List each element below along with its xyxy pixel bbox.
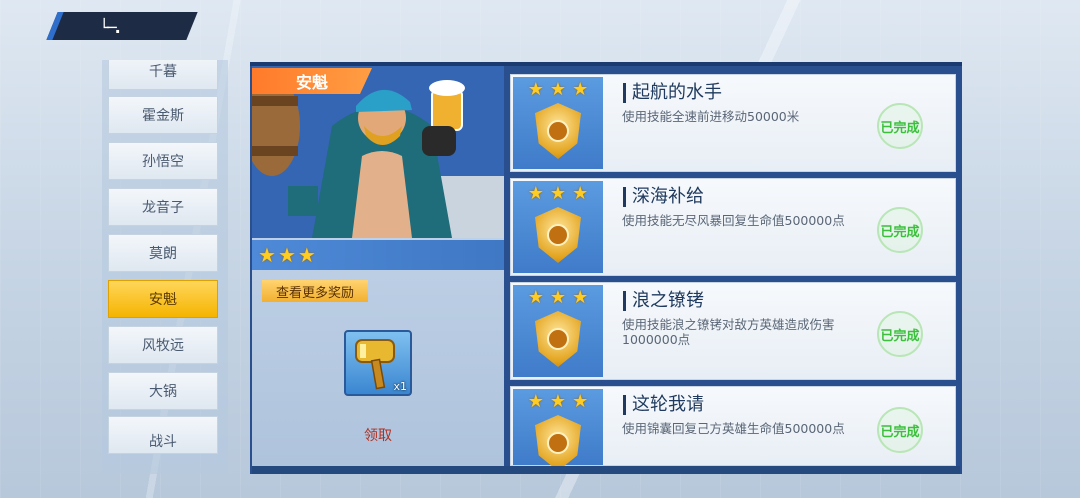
- achievement-title: 浪之镣铐: [623, 291, 704, 311]
- medal-icon: [535, 207, 581, 263]
- back-arrow-icon: └─.: [99, 18, 119, 37]
- achievement-card: ★ ★ ★ 这轮我请 使用锦囊回复己方英雄生命值500000点 已完成: [510, 386, 956, 471]
- star-icon: ★: [549, 183, 567, 204]
- hero-sidebar[interactable]: 千暮 霍金斯 孙悟空 龙音子 莫朗 安魁 风牧远 大锅 战斗: [102, 60, 228, 474]
- sidebar-item-sunwukong[interactable]: 孙悟空: [108, 142, 218, 180]
- achievement-title: 深海补给: [623, 187, 704, 207]
- medal-icon: [535, 311, 581, 367]
- achievement-title: 起航的水手: [623, 83, 722, 103]
- achievement-badge: ★ ★ ★: [513, 389, 603, 471]
- more-rewards-button[interactable]: 查看更多奖励: [262, 280, 368, 302]
- reward-quantity: x1: [393, 380, 407, 393]
- achievement-card: ★ ★ ★ 浪之镣铐 使用技能浪之镣铐对敌方英雄造成伤害1000000点 已完成: [510, 282, 956, 380]
- completed-badge: 已完成: [877, 103, 923, 149]
- star-icon: ★: [297, 243, 316, 267]
- claim-button[interactable]: 领取: [352, 424, 404, 446]
- sidebar-item-zhandou[interactable]: 战斗: [108, 416, 218, 454]
- star-icon: ★: [527, 79, 544, 100]
- sidebar-item-molang[interactable]: 莫朗: [108, 234, 218, 272]
- achievement-card: ★ ★ ★ 深海补给 使用技能无尽风暴回复生命值500000点 已完成: [510, 178, 956, 276]
- completed-badge: 已完成: [877, 311, 923, 357]
- achievement-desc: 使用技能全速前进移动50000米: [622, 109, 800, 124]
- hero-name-tag: 安魁: [252, 68, 372, 94]
- hero-portrait: 安魁: [252, 66, 504, 238]
- achievement-card: ★ ★ ★ 起航的水手 使用技能全速前进移动50000米 已完成: [510, 74, 956, 172]
- star-icon: ★: [572, 287, 589, 308]
- star-icon: ★: [277, 243, 296, 267]
- completed-badge: 已完成: [877, 407, 923, 453]
- achievement-title: 这轮我请: [623, 395, 704, 415]
- achievement-badge: ★ ★ ★: [513, 181, 603, 273]
- sidebar-item-qianmu[interactable]: 千暮: [108, 60, 218, 90]
- star-icon: ★: [549, 287, 567, 308]
- star-icon: ★: [549, 391, 567, 412]
- hero-stars: ★ ★ ★: [252, 240, 504, 270]
- star-icon: ★: [258, 243, 276, 267]
- achievement-badge: ★ ★ ★: [513, 285, 603, 377]
- star-icon: ★: [527, 183, 544, 204]
- achievement-desc: 使用技能浪之镣铐对敌方英雄造成伤害1000000点: [622, 317, 835, 347]
- achievement-desc: 使用锦囊回复己方英雄生命值500000点: [622, 421, 845, 436]
- sidebar-item-huojinsi[interactable]: 霍金斯: [108, 96, 218, 134]
- bottom-frame-strip: [252, 466, 960, 474]
- achievement-badge: ★ ★ ★: [513, 77, 603, 169]
- star-icon: ★: [549, 79, 567, 100]
- medal-icon: [535, 103, 581, 159]
- sidebar-item-ankui[interactable]: 安魁: [108, 280, 218, 318]
- star-icon: ★: [527, 287, 544, 308]
- hero-panel: 安魁 ★ ★ ★ 查看更多奖励 x1 领取: [252, 66, 504, 472]
- sidebar-item-daguo[interactable]: 大锅: [108, 372, 218, 410]
- star-icon: ★: [572, 79, 589, 100]
- medal-icon: [535, 415, 581, 471]
- star-icon: ★: [527, 391, 544, 412]
- back-button[interactable]: └─.: [46, 12, 198, 40]
- star-icon: ★: [572, 391, 589, 412]
- reward-item[interactable]: x1: [344, 330, 412, 396]
- star-icon: ★: [572, 183, 589, 204]
- completed-badge: 已完成: [877, 207, 923, 253]
- achievement-desc: 使用技能无尽风暴回复生命值500000点: [622, 213, 845, 228]
- sidebar-item-fengmuyuan[interactable]: 风牧远: [108, 326, 218, 364]
- sidebar-item-longyinzi[interactable]: 龙音子: [108, 188, 218, 226]
